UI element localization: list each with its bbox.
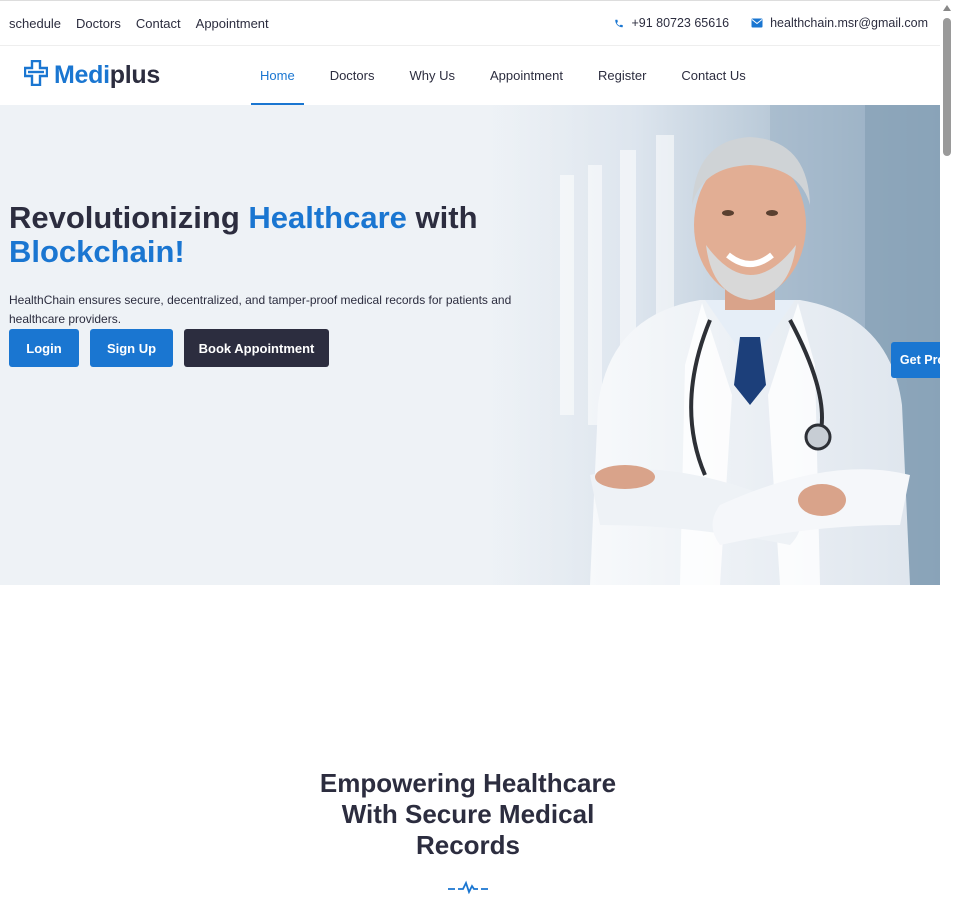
logo-text-plus: plus — [109, 61, 161, 89]
hero-title: Revolutionizing Healthcare with Blockcha… — [9, 201, 569, 269]
top-contact: +91 80723 65616 healthchain.msr@gmail.co… — [614, 16, 928, 30]
top-link-contact[interactable]: Contact — [136, 16, 181, 31]
heartbeat-icon — [448, 880, 488, 894]
envelope-icon — [751, 18, 763, 28]
phone-number: +91 80723 65616 — [631, 16, 730, 30]
login-button[interactable]: Login — [9, 329, 79, 367]
page: schedule Doctors Contact Appointment +91… — [0, 0, 954, 911]
phone-icon — [614, 18, 624, 29]
nav-why-us[interactable]: Why Us — [400, 46, 464, 105]
book-appointment-button[interactable]: Book Appointment — [184, 329, 329, 367]
hero-description: HealthChain ensures secure, decentralize… — [9, 293, 512, 326]
signup-button[interactable]: Sign Up — [90, 329, 173, 367]
top-link-schedule[interactable]: schedule — [9, 16, 61, 31]
scroll-up-arrow-icon[interactable] — [943, 5, 951, 11]
main-header: Mediplus Home Doctors Why Us Appointment… — [0, 46, 940, 105]
hero-banner: Revolutionizing Healthcare with Blockcha… — [0, 105, 940, 585]
hero-title-blockchain: Blockchain! — [9, 234, 185, 269]
phone-contact[interactable]: +91 80723 65616 — [614, 16, 729, 30]
section-title: Empowering Healthcare With Secure Medica… — [319, 768, 617, 860]
email-contact[interactable]: healthchain.msr@gmail.com — [751, 16, 928, 30]
hero-title-with: with — [406, 200, 478, 235]
hero-title-healthcare: Healthcare — [248, 200, 407, 235]
top-link-doctors[interactable]: Doctors — [76, 16, 121, 31]
nav-appointment[interactable]: Appointment — [481, 46, 572, 105]
logo-text-medi: Medi — [54, 61, 110, 89]
email-address: healthchain.msr@gmail.com — [770, 16, 928, 30]
top-links: schedule Doctors Contact Appointment — [9, 16, 269, 31]
medical-cross-icon — [23, 59, 49, 91]
scroll-thumb[interactable] — [943, 18, 951, 156]
nav-contact-us[interactable]: Contact Us — [672, 46, 754, 105]
scrollbar[interactable] — [940, 0, 954, 911]
top-bar: schedule Doctors Contact Appointment +91… — [0, 0, 940, 46]
hero-title-part1: Revolutionizing — [9, 200, 249, 235]
nav-doctors[interactable]: Doctors — [321, 46, 384, 105]
logo[interactable]: Mediplus — [23, 59, 161, 91]
nav-register[interactable]: Register — [589, 46, 655, 105]
top-link-appointment[interactable]: Appointment — [196, 16, 269, 31]
doctor-hero-image — [470, 105, 940, 585]
main-nav: Home Doctors Why Us Appointment Register… — [251, 46, 772, 105]
nav-home[interactable]: Home — [251, 46, 304, 105]
